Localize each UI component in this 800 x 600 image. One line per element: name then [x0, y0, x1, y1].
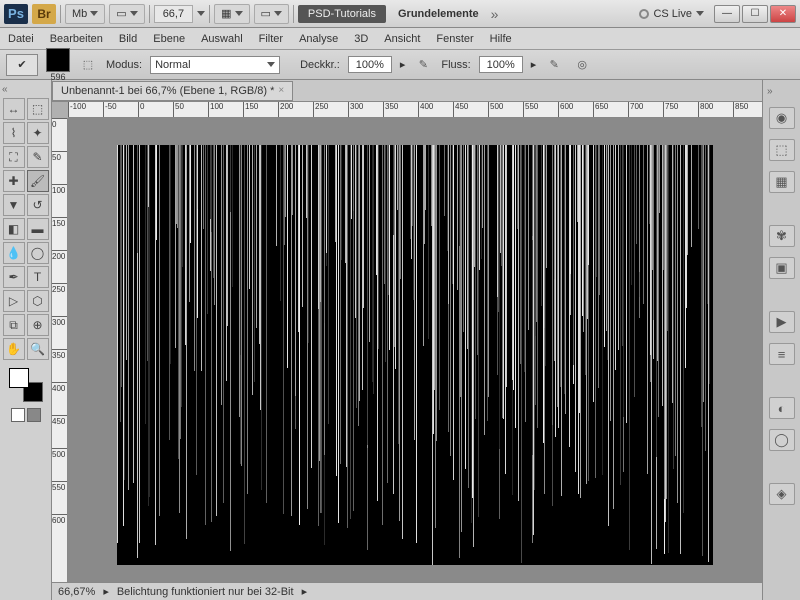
tool-preset[interactable]: ✔ — [6, 54, 38, 76]
tablet-pressure-icon[interactable]: ◎ — [572, 55, 592, 75]
type-tool[interactable]: T — [27, 266, 49, 288]
3d-tool[interactable]: ⧉ — [3, 314, 25, 336]
wand-tool[interactable]: ✦ — [27, 122, 49, 144]
cslive-label[interactable]: CS Live — [653, 8, 692, 20]
adjustments-panel-icon[interactable]: ✾ — [769, 225, 795, 247]
lasso-tool[interactable]: ⌇ — [3, 122, 25, 144]
opacity-arrow-icon[interactable]: ▸ — [400, 58, 406, 71]
document-tab[interactable]: Unbenannt-1 bei 66,7% (Ebene 1, RGB/8) *… — [52, 81, 293, 101]
brush-panel-icon[interactable]: ⬚ — [78, 55, 98, 75]
status-message: Belichtung funktioniert nur bei 32-Bit — [117, 586, 294, 598]
workspace-grund[interactable]: Grundelemente — [390, 5, 487, 23]
eyedropper-tool[interactable]: ✎ — [27, 146, 49, 168]
layers-panel-icon[interactable]: ◈ — [769, 483, 795, 505]
opacity-input[interactable]: 100% — [348, 56, 392, 73]
camera-tool[interactable]: ⊕ — [27, 314, 49, 336]
menu-datei[interactable]: Datei — [8, 33, 34, 45]
close-button[interactable]: ✕ — [770, 5, 796, 23]
menu-filter[interactable]: Filter — [259, 33, 283, 45]
dodge-tool[interactable]: ◯ — [27, 242, 49, 264]
brush-tool[interactable]: 🖌 — [27, 170, 49, 192]
history-panel-icon[interactable]: ≡ — [769, 343, 795, 365]
modus-select[interactable]: Normal — [150, 56, 280, 74]
toolbox: « ↔⬚ ⌇✦ ⛶✎ ✚🖌 ▼↺ ◧▬ 💧◯ ✒T ▷⬡ ⧉⊕ ✋🔍 — [0, 80, 52, 600]
modus-label: Modus: — [106, 59, 142, 71]
healing-tool[interactable]: ✚ — [3, 170, 25, 192]
crop-tool[interactable]: ⛶ — [3, 146, 25, 168]
marquee-tool[interactable]: ⬚ — [27, 98, 49, 120]
status-zoom[interactable]: 66,67% — [58, 586, 95, 598]
menu-auswahl[interactable]: Auswahl — [201, 33, 243, 45]
masks-panel-icon[interactable]: ▣ — [769, 257, 795, 279]
path-tool[interactable]: ▷ — [3, 290, 25, 312]
workspace-more-icon[interactable]: » — [491, 6, 499, 22]
styles-panel-icon[interactable]: ▦ — [769, 171, 795, 193]
bridge-icon[interactable]: Br — [32, 4, 56, 24]
cslive-dropdown-icon[interactable] — [696, 11, 704, 16]
menu-bild[interactable]: Bild — [119, 33, 137, 45]
menu-ansicht[interactable]: Ansicht — [384, 33, 420, 45]
menu-fenster[interactable]: Fenster — [436, 33, 473, 45]
info-panel-icon[interactable]: ◯ — [769, 429, 795, 451]
airbrush-icon[interactable]: ✎ — [544, 55, 564, 75]
blur-tool[interactable]: 💧 — [3, 242, 25, 264]
brightness-panel-icon[interactable]: ◐ — [769, 397, 795, 419]
status-arrow2-icon[interactable]: ▸ — [302, 585, 308, 598]
menu-analyse[interactable]: Analyse — [299, 33, 338, 45]
ruler-horizontal[interactable]: -100-50050100150200250300350400450500550… — [68, 102, 762, 118]
minimize-button[interactable]: — — [714, 5, 740, 23]
flow-arrow-icon[interactable]: ▸ — [531, 58, 537, 71]
color-panel-icon[interactable]: ◉ — [769, 107, 795, 129]
screen-mode-button[interactable]: ▭ — [109, 4, 144, 24]
menu-3d[interactable]: 3D — [354, 33, 368, 45]
maximize-button[interactable]: ☐ — [742, 5, 768, 23]
color-swatches[interactable] — [9, 368, 43, 402]
shape-tool[interactable]: ⬡ — [27, 290, 49, 312]
workspace-psd[interactable]: PSD-Tutorials — [298, 5, 386, 23]
collapse-icon[interactable]: « — [2, 84, 8, 95]
swatches-panel-icon[interactable]: ⬚ — [769, 139, 795, 161]
eraser-tool[interactable]: ◧ — [3, 218, 25, 240]
quickmask-icon[interactable] — [11, 408, 25, 422]
menu-ebene[interactable]: Ebene — [153, 33, 185, 45]
zoom-level[interactable]: 66,7 — [154, 5, 193, 23]
tab-close-icon[interactable]: × — [278, 85, 284, 96]
mb-button[interactable]: Mb — [65, 4, 105, 24]
hand-tool[interactable]: ✋ — [3, 338, 25, 360]
pressure-opacity-icon[interactable]: ✎ — [413, 55, 433, 75]
move-tool[interactable]: ↔ — [3, 98, 25, 120]
pen-tool[interactable]: ✒ — [3, 266, 25, 288]
ruler-vertical[interactable]: 050100150200250300350400450500550600 — [52, 118, 68, 582]
arrange-button[interactable]: ▦ — [214, 4, 249, 24]
play-panel-icon[interactable]: ▶ — [769, 311, 795, 333]
zoom-tool[interactable]: 🔍 — [27, 338, 49, 360]
canvas[interactable] — [117, 145, 713, 565]
history-brush-tool[interactable]: ↺ — [27, 194, 49, 216]
panel-dock: » ◉ ⬚ ▦ ✾ ▣ ▶ ≡ ◐ ◯ ◈ — [762, 80, 800, 600]
brush-preview[interactable] — [46, 48, 70, 72]
menu-hilfe[interactable]: Hilfe — [490, 33, 512, 45]
extras-button[interactable]: ▭ — [254, 4, 289, 24]
expand-icon[interactable]: » — [767, 86, 773, 97]
status-arrow-icon[interactable]: ▸ — [103, 585, 109, 598]
stamp-tool[interactable]: ▼ — [3, 194, 25, 216]
photoshop-icon: Ps — [4, 4, 28, 24]
zoom-dropdown-icon[interactable] — [197, 11, 205, 16]
cslive-icon — [639, 9, 649, 19]
gradient-tool[interactable]: ▬ — [27, 218, 49, 240]
menu-bearbeiten[interactable]: Bearbeiten — [50, 33, 103, 45]
screenmode-icon[interactable] — [27, 408, 41, 422]
menu-bar: Datei Bearbeiten Bild Ebene Auswahl Filt… — [0, 28, 800, 50]
deckkr-label: Deckkr.: — [300, 59, 340, 71]
fluss-label: Fluss: — [441, 59, 470, 71]
flow-input[interactable]: 100% — [479, 56, 523, 73]
